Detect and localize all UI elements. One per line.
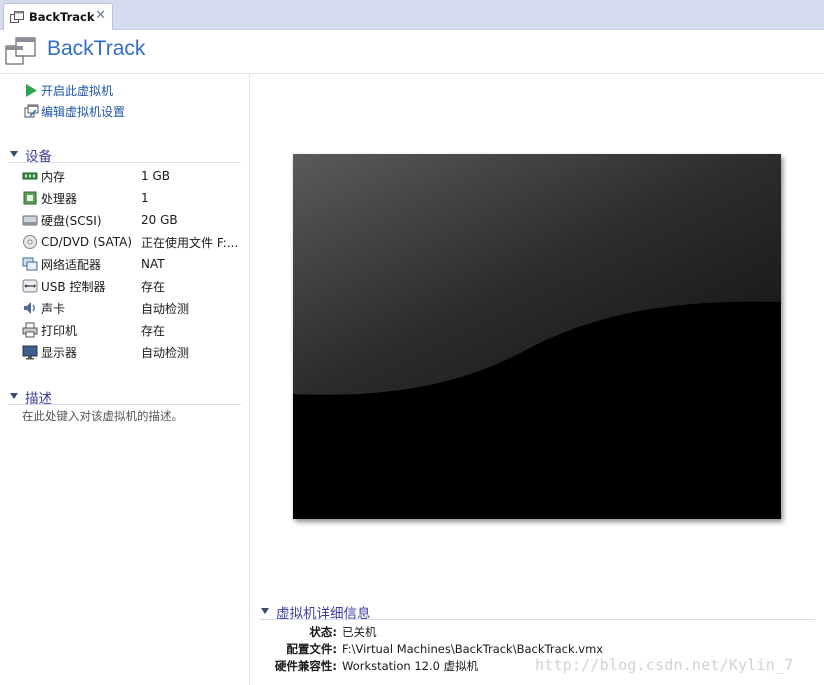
edit-settings-label: 编辑虚拟机设置: [41, 104, 126, 119]
play-icon: [24, 83, 39, 98]
device-row-memory[interactable]: 内存 1 GB: [22, 165, 244, 187]
detail-value: 已关机: [342, 624, 377, 639]
edit-vm-settings-link[interactable]: 编辑虚拟机设置: [24, 102, 125, 120]
edit-settings-icon: [24, 104, 39, 119]
device-value: 存在: [141, 279, 166, 294]
vm-header: BackTrack: [0, 30, 824, 74]
detail-key: 配置文件:: [286, 641, 337, 656]
memory-icon: [22, 168, 38, 184]
page-title: BackTrack: [47, 37, 146, 60]
detail-value: F:\Virtual Machines\BackTrack\BackTrack.…: [342, 641, 604, 656]
vm-details-section-header[interactable]: 虚拟机详细信息: [259, 602, 815, 622]
vm-details-section-title: 虚拟机详细信息: [276, 606, 371, 622]
collapse-triangle-icon: [261, 608, 269, 614]
device-value: 1 GB: [141, 169, 170, 183]
collapse-triangle-icon: [10, 393, 18, 399]
left-panel: 开启此虚拟机 编辑虚拟机设置 设备 内存 1 GB 处理器 1 硬盘(SCSI)…: [0, 74, 250, 685]
detail-row-config-file: 配置文件: F:\Virtual Machines\BackTrack\Back…: [250, 640, 810, 657]
devices-section-title: 设备: [25, 149, 52, 165]
detail-key: 状态:: [309, 624, 337, 639]
description-placeholder[interactable]: 在此处键入对该虚拟机的描述。: [22, 408, 183, 424]
watermark: http://blog.csdn.net/Kylin_7: [535, 656, 794, 674]
device-row-hard-disk[interactable]: 硬盘(SCSI) 20 GB: [22, 209, 244, 231]
power-on-label: 开启此虚拟机: [41, 83, 114, 98]
collapse-triangle-icon: [10, 151, 18, 157]
device-row-sound-card[interactable]: 声卡 自动检测: [22, 297, 244, 319]
device-row-printer[interactable]: 打印机 存在: [22, 319, 244, 341]
device-row-usb-controller[interactable]: USB 控制器 存在: [22, 275, 244, 297]
device-row-display[interactable]: 显示器 自动检测: [22, 341, 244, 363]
device-value: 自动检测: [141, 345, 190, 360]
device-name: 声卡: [41, 301, 66, 316]
device-name: CD/DVD (SATA): [41, 235, 133, 249]
device-value: 存在: [141, 323, 166, 338]
close-tab-icon[interactable]: ✕: [95, 8, 106, 23]
device-name: 显示器: [41, 345, 78, 360]
device-name: 网络适配器: [41, 257, 102, 272]
tab-strip: BackTrack ✕: [0, 0, 824, 30]
description-section-title: 描述: [25, 391, 52, 407]
device-name: 硬盘(SCSI): [41, 213, 102, 228]
printer-icon: [22, 322, 38, 338]
network-adapter-icon: [22, 256, 38, 272]
devices-section-header[interactable]: 设备: [8, 145, 241, 165]
tab-label: BackTrack: [29, 10, 95, 24]
device-name: 处理器: [41, 191, 78, 206]
power-on-vm-link[interactable]: 开启此虚拟机: [24, 81, 113, 99]
device-value: NAT: [141, 257, 165, 271]
device-name: 内存: [41, 169, 66, 184]
description-section-header[interactable]: 描述: [8, 387, 241, 407]
detail-row-status: 状态: 已关机: [250, 623, 810, 640]
device-name: 打印机: [41, 323, 78, 338]
detail-value: Workstation 12.0 虚拟机: [342, 658, 479, 673]
device-value: 正在使用文件 F:...: [141, 235, 239, 250]
tab-backtrack[interactable]: BackTrack ✕: [3, 3, 113, 30]
hard-disk-icon: [22, 212, 38, 228]
device-value: 20 GB: [141, 213, 178, 227]
vm-screen-thumbnail[interactable]: [293, 154, 781, 519]
device-row-cd-dvd[interactable]: CD/DVD (SATA) 正在使用文件 F:...: [22, 231, 244, 253]
display-icon: [22, 344, 38, 360]
device-name: USB 控制器: [41, 279, 106, 294]
device-value: 1: [141, 191, 149, 205]
cd-dvd-icon: [22, 234, 38, 250]
vm-tab-icon: [10, 11, 24, 23]
vm-icon: [5, 37, 36, 65]
detail-key: 硬件兼容性:: [274, 658, 337, 673]
vm-screen-wave-graphic: [293, 154, 781, 519]
usb-icon: [22, 278, 38, 294]
device-value: 自动检测: [141, 301, 190, 316]
processor-icon: [22, 190, 38, 206]
device-row-network-adapter[interactable]: 网络适配器 NAT: [22, 253, 244, 275]
device-row-processor[interactable]: 处理器 1: [22, 187, 244, 209]
sound-card-icon: [22, 300, 38, 316]
